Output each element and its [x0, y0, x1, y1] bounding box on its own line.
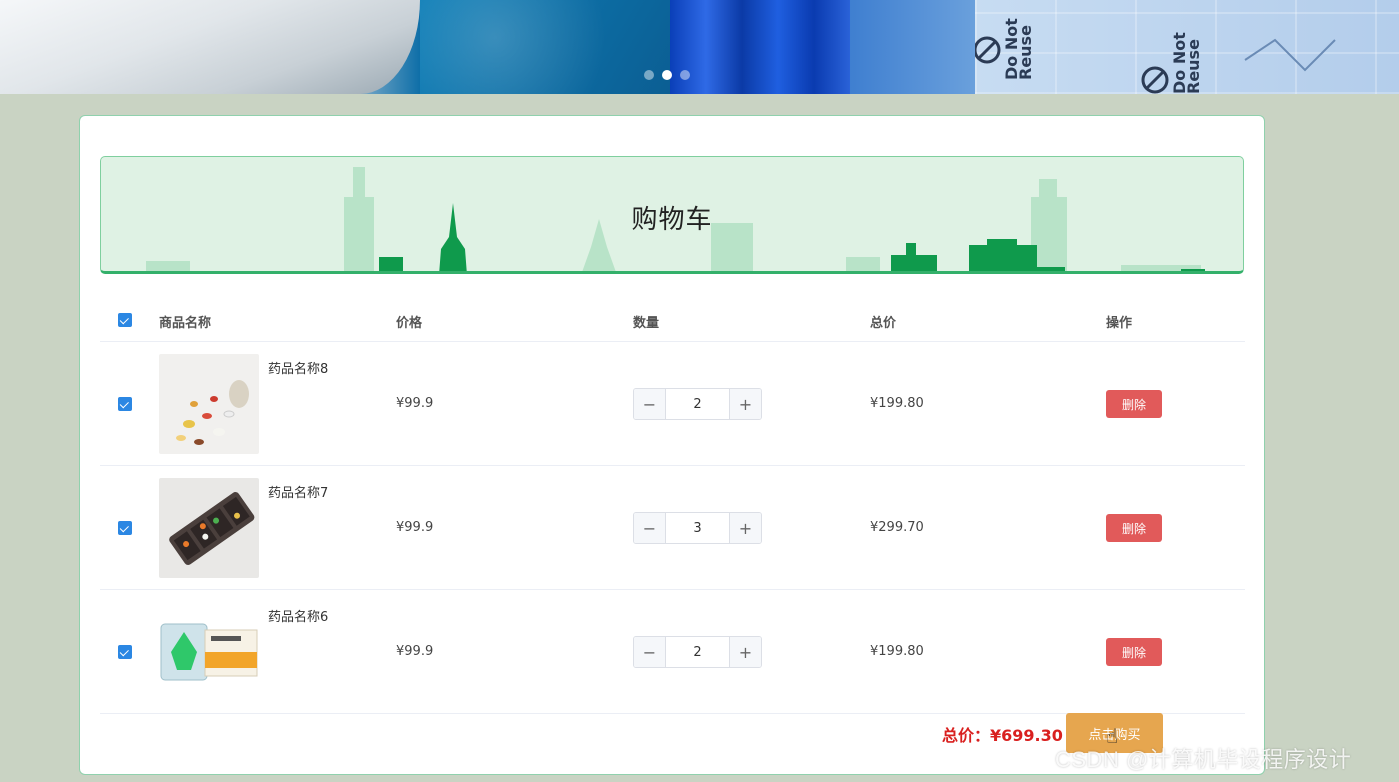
carousel-dot-3[interactable]	[680, 70, 690, 80]
banner-blister-sheet-image: Do Not Reuse Do Not Reuse	[975, 0, 1399, 94]
delete-button[interactable]: 删除	[1106, 514, 1162, 542]
banner-doctor-coat-image	[0, 0, 420, 94]
header-actions: 操作	[1106, 316, 1133, 331]
cart-row: 药品名称7 ¥99.9 − 3 + ¥299.70 删除	[100, 466, 1245, 590]
quantity-input[interactable]: 2	[666, 389, 729, 419]
row-total: ¥199.80	[870, 396, 924, 411]
delete-button[interactable]: 删除	[1106, 638, 1162, 666]
grand-total: 总价：¥699.30	[942, 722, 1063, 746]
decrease-button[interactable]: −	[634, 637, 666, 667]
product-price: ¥99.9	[396, 396, 434, 411]
cart-card: 购物车 商品名称 价格 数量 总价 操作 药品名称8 ¥99.9 − 2 + ¥…	[79, 115, 1265, 775]
cart-row: 药品名称8 ¥99.9 − 2 + ¥199.80 删除	[100, 342, 1245, 466]
banner-vial-image	[670, 0, 850, 94]
header-product-name: 商品名称	[159, 316, 212, 331]
header-price: 价格	[396, 316, 423, 331]
decrease-button[interactable]: −	[634, 513, 666, 543]
row-total: ¥299.70	[870, 520, 924, 535]
banner-print-text: Do Not Reuse	[1002, 18, 1035, 80]
row-checkbox[interactable]	[118, 521, 132, 535]
cart-row: 药品名称6 ¥99.9 − 2 + ¥199.80 删除	[100, 590, 1245, 714]
product-image	[159, 602, 259, 702]
row-total: ¥199.80	[870, 644, 924, 659]
product-image	[159, 478, 259, 578]
product-price: ¥99.9	[396, 644, 434, 659]
cart-title: 购物车	[631, 205, 713, 235]
carousel-dot-1[interactable]	[644, 70, 654, 80]
product-name[interactable]: 药品名称7	[268, 482, 328, 501]
banner-print-text-2: Do Not Reuse	[1170, 32, 1203, 94]
product-price: ¥99.9	[396, 520, 434, 535]
product-name[interactable]: 药品名称6	[268, 606, 328, 625]
carousel-indicators	[644, 70, 690, 80]
cart-table-header: 商品名称 价格 数量 总价 操作	[100, 298, 1245, 342]
banner-hexagon-image	[420, 0, 670, 94]
quantity-stepper: − 2 +	[633, 388, 762, 420]
header-quantity: 数量	[633, 316, 660, 331]
quantity-stepper: − 3 +	[633, 512, 762, 544]
quantity-stepper: − 2 +	[633, 636, 762, 668]
delete-button[interactable]: 删除	[1106, 390, 1162, 418]
quantity-input[interactable]: 3	[666, 513, 729, 543]
grand-total-label: 总价：	[942, 726, 991, 745]
grand-total-value: ¥699.30	[990, 726, 1063, 745]
quantity-input[interactable]: 2	[666, 637, 729, 667]
header-total: 总价	[870, 316, 897, 331]
product-image	[159, 354, 259, 454]
increase-button[interactable]: +	[729, 637, 761, 667]
banner-pack-image	[850, 0, 975, 94]
decrease-button[interactable]: −	[634, 389, 666, 419]
hero-banner: Do Not Reuse Do Not Reuse	[0, 0, 1399, 94]
select-all-checkbox[interactable]	[118, 313, 132, 327]
increase-button[interactable]: +	[729, 389, 761, 419]
product-name[interactable]: 药品名称8	[268, 358, 328, 377]
watermark: CSDN @计算机毕设程序设计	[1055, 747, 1352, 772]
carousel-dot-2[interactable]	[662, 70, 672, 80]
row-checkbox[interactable]	[118, 645, 132, 659]
increase-button[interactable]: +	[729, 513, 761, 543]
cart-title-banner: 购物车	[100, 156, 1244, 274]
row-checkbox[interactable]	[118, 397, 132, 411]
